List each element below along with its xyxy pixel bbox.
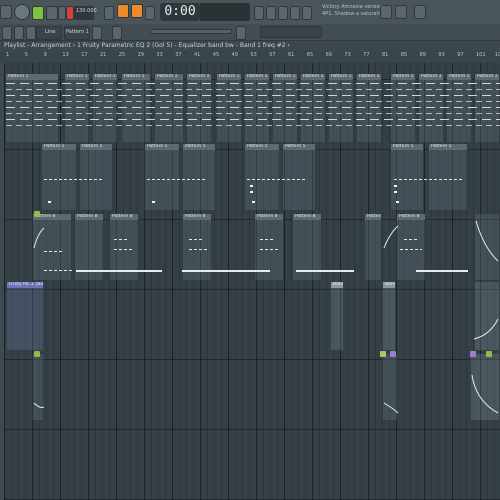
news-icon[interactable] bbox=[395, 5, 407, 19]
download-icon[interactable] bbox=[380, 5, 392, 19]
playlist-button[interactable] bbox=[266, 6, 276, 20]
ruler-tick: 69 bbox=[325, 52, 332, 58]
hint-bar: Victory Amnesia version 4P1. Shadow a sa… bbox=[322, 4, 386, 18]
hint-line-2: 4P1. Shadow a saturation bbox=[322, 11, 387, 17]
clip-color-marker[interactable] bbox=[390, 351, 396, 357]
ruler-tick: 61 bbox=[288, 52, 295, 58]
snap-button[interactable] bbox=[254, 6, 264, 20]
clip-color-marker[interactable] bbox=[470, 351, 476, 357]
zoom-icon[interactable] bbox=[112, 26, 122, 40]
automation-curve bbox=[33, 227, 45, 249]
ruler-tick: 9 bbox=[43, 52, 47, 58]
tempo-display[interactable]: 130.000 bbox=[74, 6, 97, 20]
screenshot-icon[interactable] bbox=[236, 26, 246, 40]
automation-curve bbox=[383, 402, 399, 414]
automation-curve bbox=[473, 318, 499, 340]
ruler-tick: 37 bbox=[175, 52, 182, 58]
delete-tool-icon[interactable] bbox=[26, 26, 36, 40]
metronome-button[interactable] bbox=[104, 6, 114, 20]
playlist-title-bar: Playlist - Arrangement › 1 Fruity Parame… bbox=[0, 41, 500, 51]
ruler-tick: 45 bbox=[212, 52, 220, 58]
pattern-label: Pattern 1 bbox=[66, 29, 89, 35]
cpu-monitor bbox=[200, 3, 250, 21]
ruler-tick: 89 bbox=[419, 52, 426, 58]
pattern-select[interactable]: Pattern 1 bbox=[64, 26, 90, 40]
automation-curve bbox=[475, 220, 499, 262]
ruler-tick: 29 bbox=[137, 52, 144, 58]
pattern-song-toggle[interactable] bbox=[32, 6, 44, 20]
ruler-tick: 65 bbox=[306, 52, 314, 58]
ruler-tick: 105 bbox=[494, 52, 500, 58]
ruler-tick: 5 bbox=[24, 52, 28, 58]
clip-color-marker[interactable] bbox=[380, 351, 386, 357]
ruler-tick: 33 bbox=[156, 52, 163, 58]
ruler-tick: 17 bbox=[81, 52, 88, 58]
ruler-tick: 49 bbox=[231, 52, 238, 58]
menu-button[interactable] bbox=[0, 5, 12, 19]
ruler-tick: 85 bbox=[400, 52, 408, 58]
ruler-tick: 41 bbox=[194, 52, 201, 58]
track-name-field[interactable] bbox=[260, 26, 322, 38]
record-button[interactable] bbox=[66, 6, 74, 20]
playlist-arrangement-area[interactable]: Pattern 1 Pattern 1 Pattern 1 Pattern 1 … bbox=[4, 63, 500, 500]
automation-curve bbox=[33, 402, 45, 408]
ruler-tick: 73 bbox=[344, 52, 351, 58]
song-time-display[interactable]: 0:00 bbox=[160, 3, 200, 21]
add-pattern-icon[interactable] bbox=[92, 26, 102, 40]
ruler-tick: 1 bbox=[6, 52, 10, 58]
playlist-title: Playlist - Arrangement › 1 Fruity Parame… bbox=[4, 42, 290, 49]
automation-curves bbox=[33, 220, 499, 414]
clip-color-marker[interactable] bbox=[486, 351, 492, 357]
ruler-tick: 101 bbox=[476, 52, 486, 58]
window-menu-button[interactable] bbox=[414, 5, 426, 19]
channel-rack-button[interactable] bbox=[290, 6, 300, 20]
ruler-tick: 53 bbox=[250, 52, 257, 58]
draw-tool-icon[interactable] bbox=[2, 26, 12, 40]
play-button[interactable] bbox=[46, 6, 58, 20]
ruler-tick: 97 bbox=[457, 52, 464, 58]
ruler-tick: 57 bbox=[269, 52, 276, 58]
ruler-tick: 93 bbox=[438, 52, 445, 58]
secondary-toolbar: Line Pattern 1 bbox=[0, 24, 500, 41]
countdown-button[interactable] bbox=[131, 4, 143, 18]
stop-button[interactable] bbox=[58, 6, 66, 20]
ruler-tick: 25 bbox=[118, 52, 126, 58]
mode-label: Line bbox=[45, 29, 56, 35]
ruler-tick: 13 bbox=[62, 52, 69, 58]
zoom-slider[interactable] bbox=[150, 29, 232, 34]
main-toolbar: 130.000 0:00 Victory Amnesia version 4P1… bbox=[0, 0, 500, 25]
piano-roll-button[interactable] bbox=[278, 6, 288, 20]
mixer-button[interactable] bbox=[302, 6, 312, 20]
master-volume-knob[interactable] bbox=[14, 4, 30, 20]
paint-tool-icon[interactable] bbox=[14, 26, 24, 40]
ruler-tick: 21 bbox=[100, 52, 107, 58]
hint-line-1: Victory Amnesia version bbox=[322, 4, 383, 10]
tempo-label: 130.000 bbox=[76, 8, 97, 14]
automation-curve bbox=[471, 374, 499, 414]
loop-record-button[interactable] bbox=[145, 6, 155, 20]
mode-select[interactable]: Line bbox=[36, 26, 62, 40]
step-edit-button[interactable] bbox=[117, 4, 129, 18]
clip-color-marker[interactable] bbox=[34, 351, 40, 357]
clip-color-marker[interactable] bbox=[34, 211, 40, 217]
ruler-tick: 81 bbox=[382, 52, 389, 58]
automation-curve bbox=[383, 225, 399, 249]
ruler-tick: 77 bbox=[363, 52, 370, 58]
